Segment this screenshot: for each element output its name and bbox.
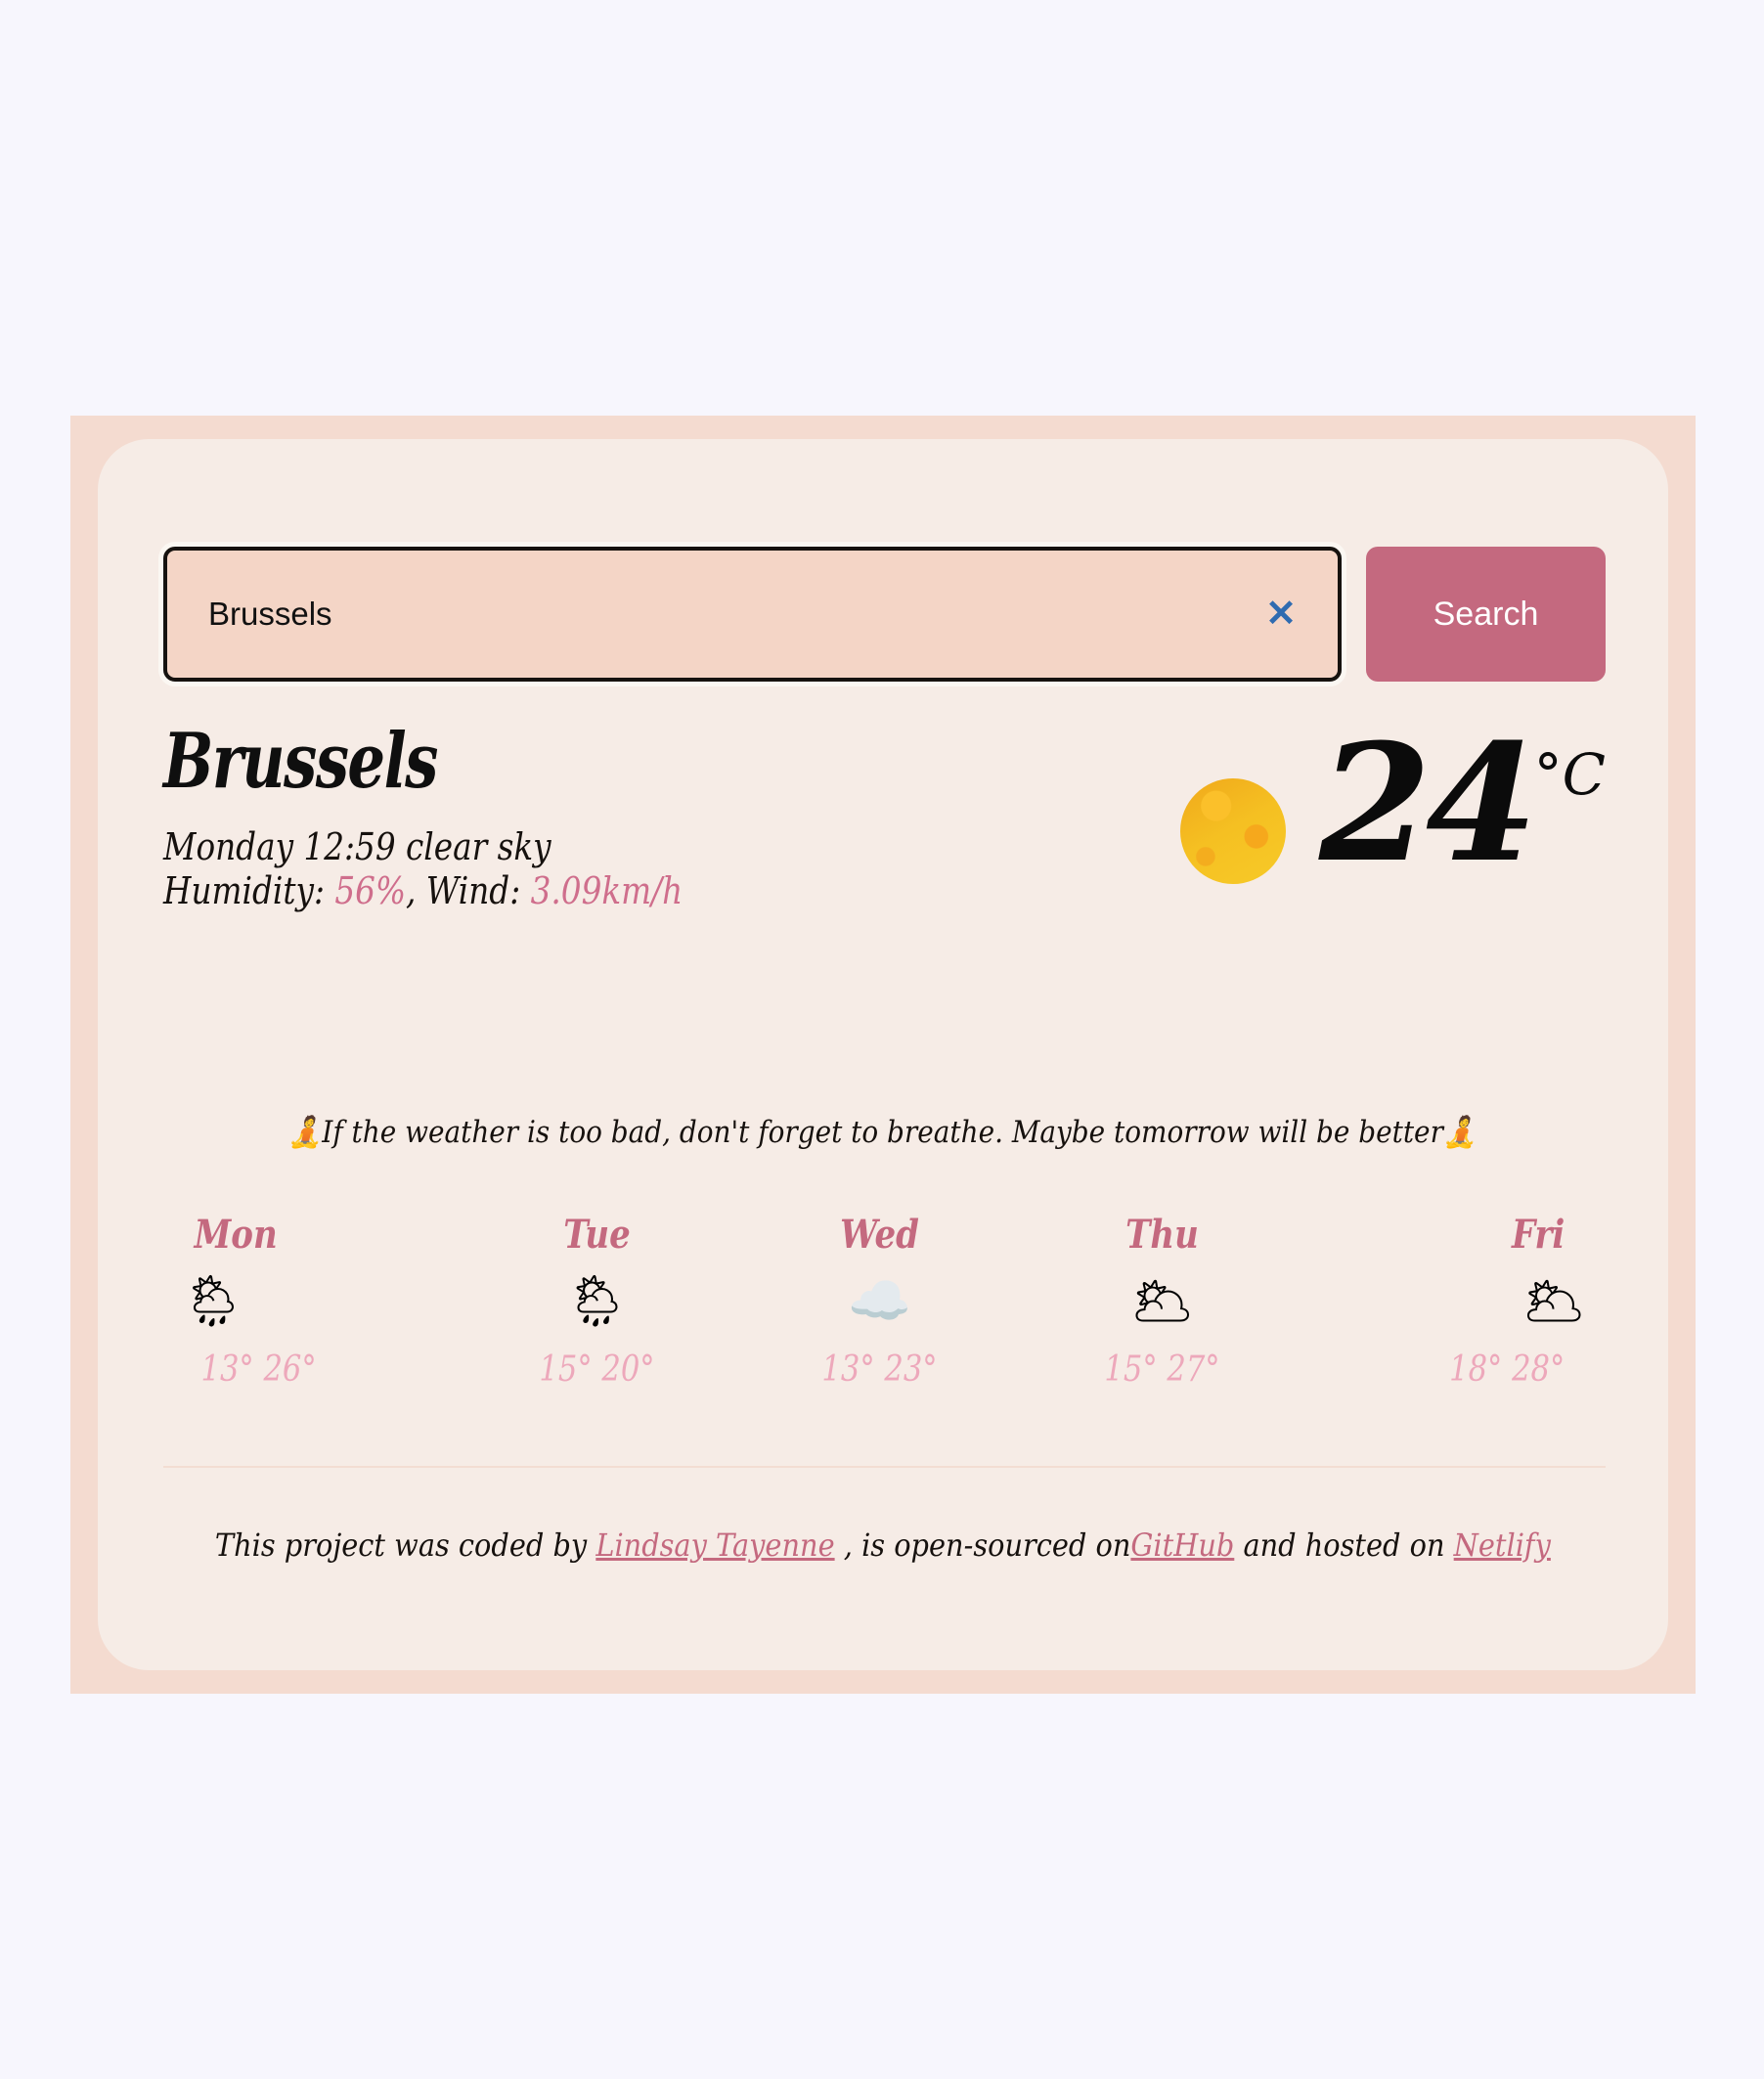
weather-card: ✕ Search Brussels Monday 12:59 clear sky… [98,439,1668,1670]
author-link[interactable]: Lindsay Tayenne [595,1526,834,1564]
temperature-unit[interactable]: °C [1534,741,1606,808]
forecast-day: Thu 🌥 15° 27° [1021,1212,1303,1390]
meditation-emoji-left: 🧘 [287,1115,323,1150]
footer-part-one: This project was coded by [215,1526,596,1564]
forecast-day: Mon 🌦 13° 26° [163,1212,456,1390]
quote-text: If the weather is too bad, don't forget … [322,1115,1444,1150]
forecast-day: Wed ☁️ 13° 23° [738,1212,1021,1390]
clear-search-icon[interactable]: ✕ [1265,596,1297,633]
footer-text: This project was coded by Lindsay Tayenn… [215,1526,1551,1564]
quote-line: 🧘If the weather is too bad, don't forget… [288,1114,1477,1150]
meditation-emoji-right: 🧘 [1443,1115,1478,1150]
forecast-row: Mon 🌦 13° 26° Tue 🌦 15° 20° Wed ☁️ 13° 2… [163,1212,1606,1390]
forecast-day-temps: 15° 27° [1104,1349,1220,1390]
humidity-label: Humidity: [163,868,335,912]
forecast-day-label: Wed [840,1212,919,1258]
sun-behind-cloud-icon: 🌥 [1129,1274,1195,1330]
forecast-day-label: Mon [194,1212,278,1258]
current-weather-block: Brussels Monday 12:59 clear sky Humidity… [163,718,1606,913]
current-temperature-block: 24 °C [1179,708,1606,898]
footer-part-two: , is open-sourced on [834,1526,1131,1564]
current-temperature-value: 24 [1318,708,1538,898]
wind-value: 3.09km/h [530,868,684,912]
footer-part-three: and hosted on [1234,1526,1454,1564]
weather-quote: 🧘If the weather is too bad, don't forget… [98,1114,1668,1150]
netlify-link[interactable]: Netlify [1454,1526,1551,1564]
forecast-day: Fri 🌥 18° 28° [1303,1212,1606,1390]
current-datetime-description: Monday 12:59 clear sky [163,825,551,868]
forecast-day-temps: 18° 28° [1449,1349,1566,1390]
search-input-container[interactable]: ✕ [163,547,1342,682]
current-weather-meta: Monday 12:59 clear sky Humidity: 56%, Wi… [163,825,683,913]
sun-behind-cloud-icon: 🌥 [1521,1274,1586,1330]
wind-label: , Wind: [406,868,531,912]
current-city-name: Brussels [163,717,438,806]
forecast-day: Tue 🌦 15° 20° [456,1212,738,1390]
search-button[interactable]: Search [1366,547,1606,682]
app-outer-frame: ✕ Search Brussels Monday 12:59 clear sky… [70,416,1696,1694]
current-humidity-wind: Humidity: 56%, Wind: 3.09km/h [163,869,683,913]
forecast-day-label: Fri [1511,1212,1566,1258]
sun-behind-rain-cloud-icon: 🌦 [564,1274,630,1330]
footer-divider [163,1466,1606,1468]
forecast-day-temps: 13° 26° [200,1349,317,1390]
search-form: ✕ Search [163,547,1606,682]
github-link[interactable]: GitHub [1131,1526,1235,1564]
sun-icon [1179,778,1286,884]
forecast-day-temps: 13° 23° [821,1349,938,1390]
cloud-icon: ☁️ [848,1274,911,1330]
forecast-day-temps: 15° 20° [539,1349,655,1390]
temperature-row: 24 °C [1318,708,1606,898]
forecast-day-label: Thu [1125,1212,1199,1258]
forecast-day-label: Tue [563,1212,631,1258]
city-search-input[interactable] [167,551,1338,678]
current-weather-details: Brussels Monday 12:59 clear sky Humidity… [163,718,768,913]
humidity-value: 56% [334,868,407,912]
sun-behind-rain-cloud-icon: 🌦 [181,1274,246,1330]
footer: This project was coded by Lindsay Tayenn… [98,1526,1668,1564]
